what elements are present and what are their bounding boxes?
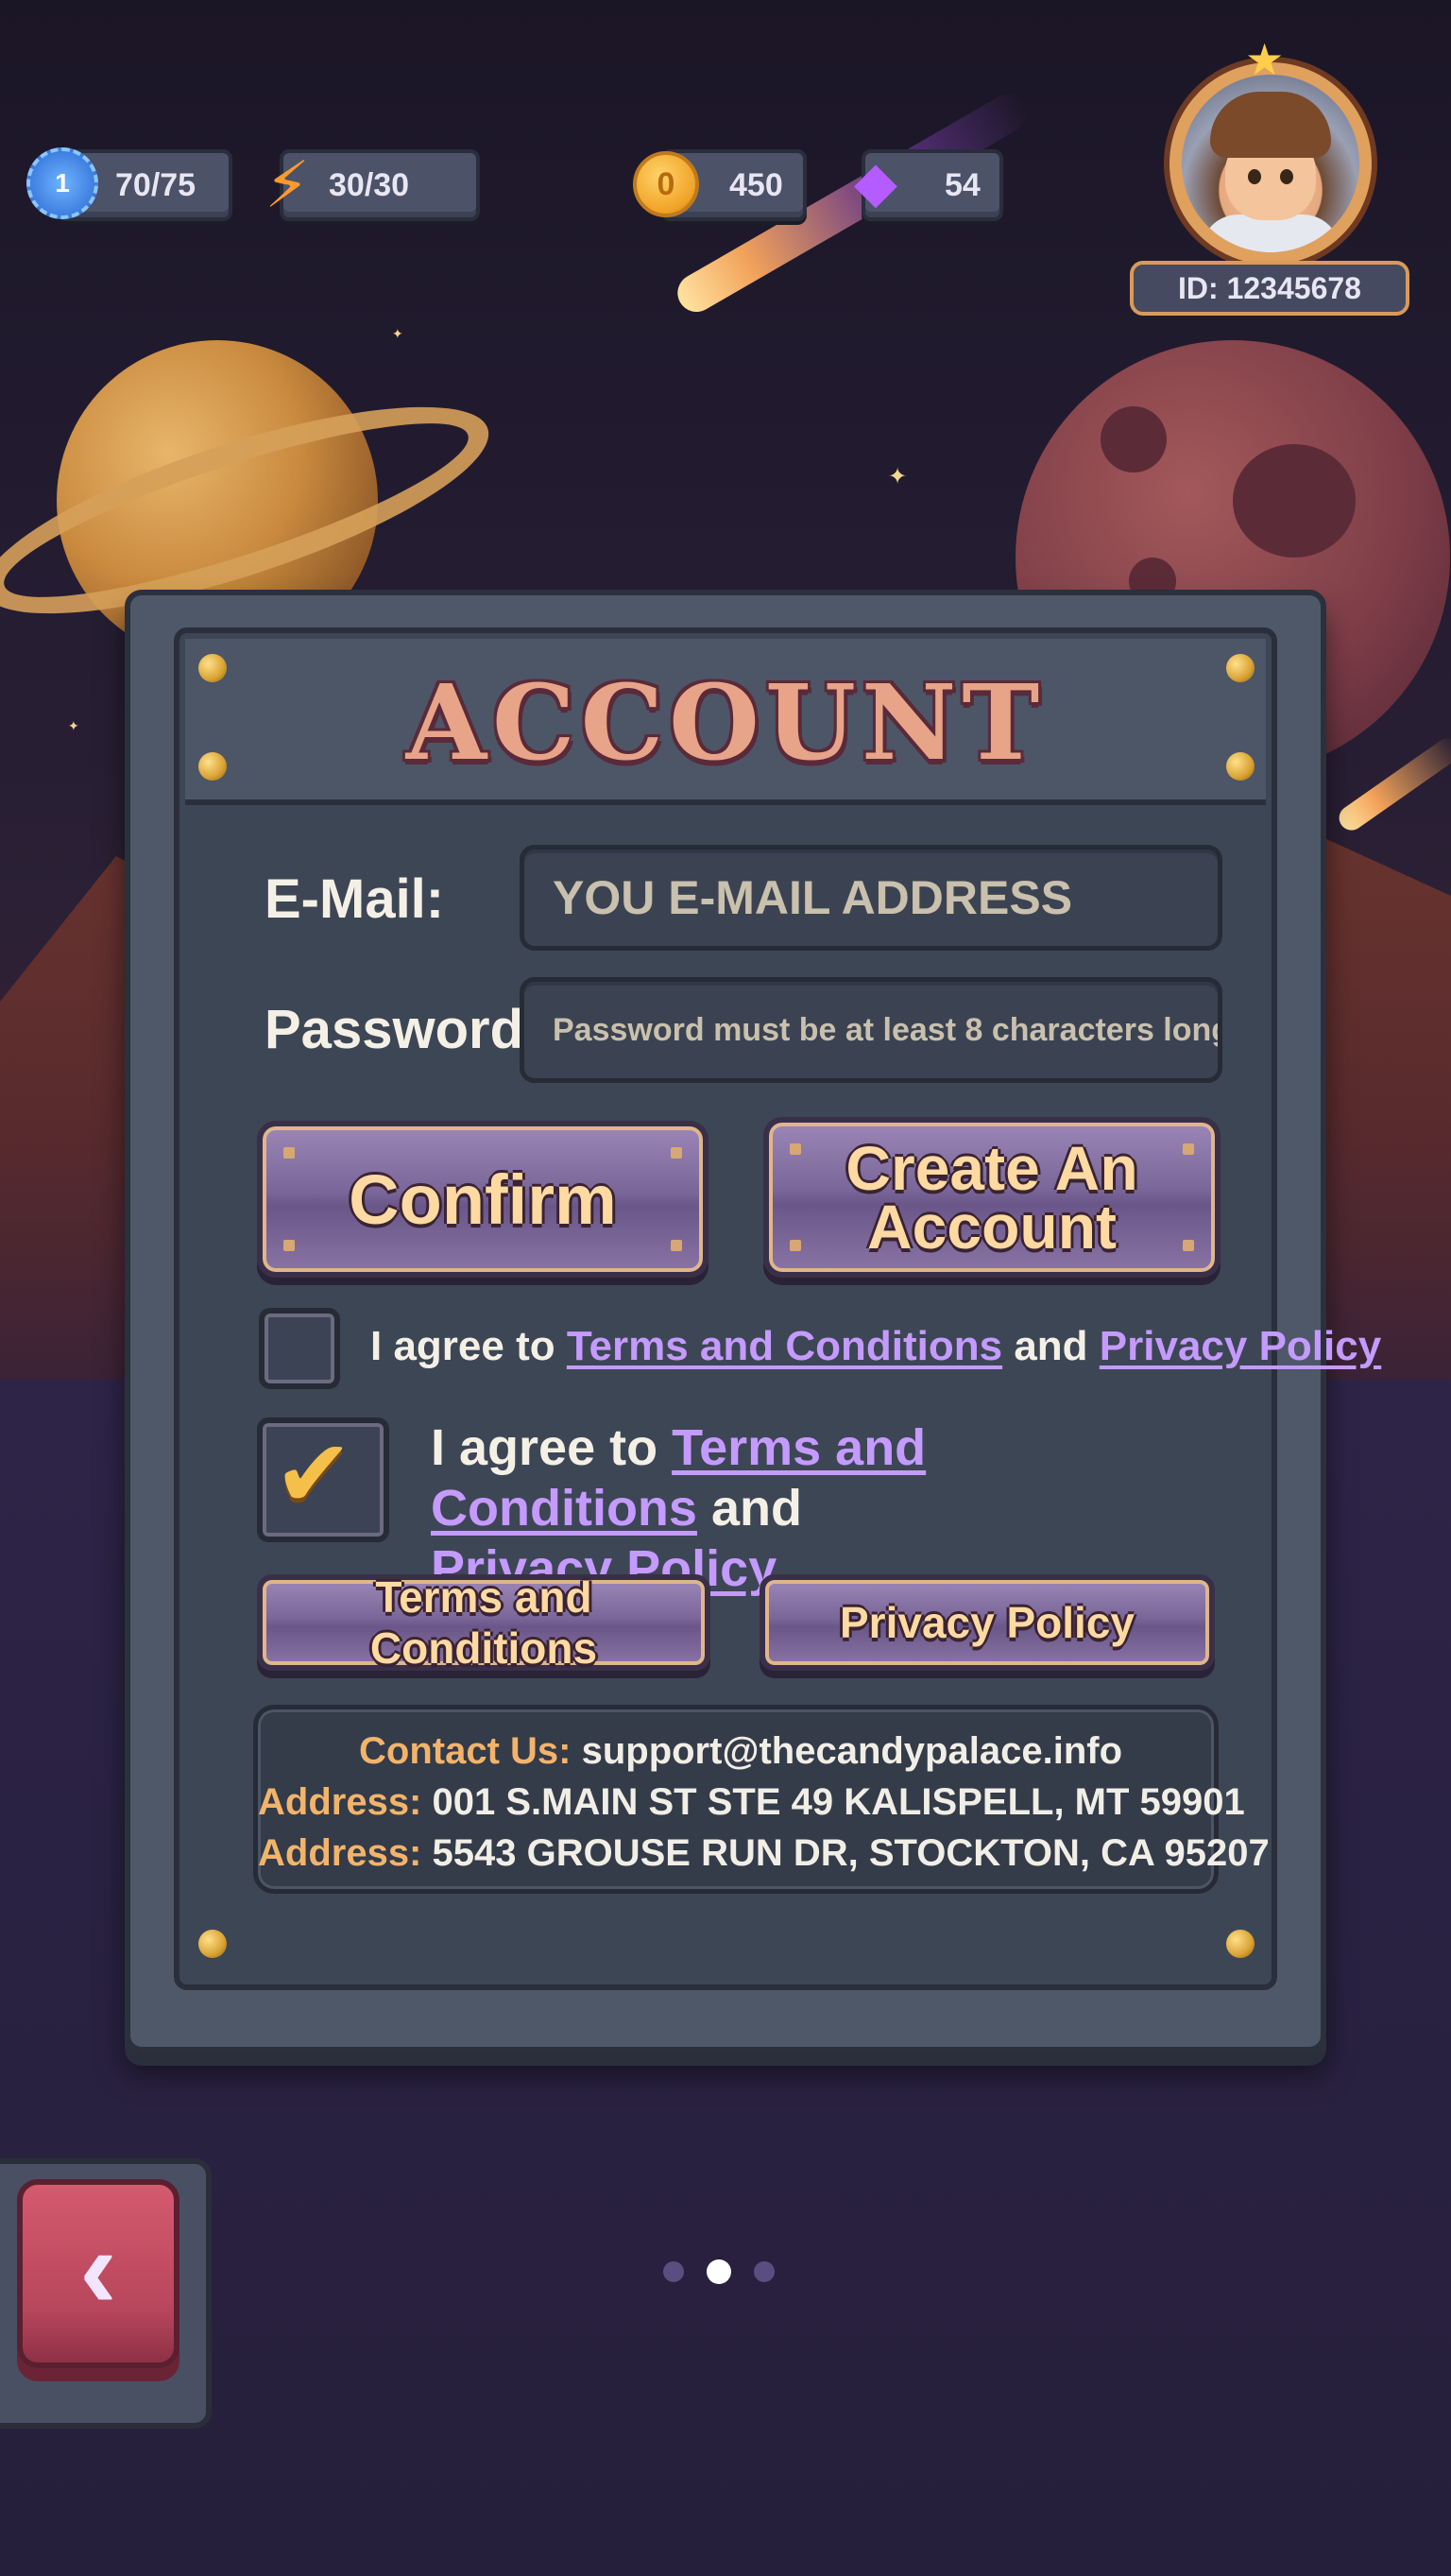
avatar-eye [1280,169,1293,184]
panel-title: ACCOUNT [405,661,1046,783]
pager-dot[interactable] [754,2261,775,2282]
checkmark-icon: ✔ [274,1421,353,1527]
agree-conjunction: and [1014,1323,1088,1369]
agree-checkbox-checked[interactable]: ✔ [257,1417,389,1542]
password-field[interactable] [524,982,1218,1078]
address-key: Address: [258,1832,422,1874]
crater [1101,406,1167,472]
contact-email[interactable]: support@thecandypalace.info [582,1730,1122,1772]
confirm-button-label: Confirm [349,1159,617,1239]
avatar-eye [1248,169,1261,184]
rivet [1226,1930,1255,1958]
address-line: Address: 5543 GROUSE RUN DR, STOCKTON, C… [258,1832,1270,1875]
agree-prefix: I agree to [370,1323,555,1369]
email-field[interactable] [524,850,1218,946]
xp-value: 70/75 [115,167,196,203]
address-line: Address: 001 S.MAIN ST STE 49 KALISPELL,… [258,1781,1245,1824]
password-field-box [520,977,1222,1083]
address-key: Address: [258,1781,422,1823]
coin-value: 450 [729,167,783,203]
agree-prefix: I agree to [431,1419,658,1476]
avatar-hair [1210,92,1331,158]
rivet [198,654,227,682]
address-value: 001 S.MAIN ST STE 49 KALISPELL, MT 59901 [432,1781,1245,1823]
terms-button[interactable]: Terms and Conditions [257,1572,710,1673]
crater [1233,444,1356,558]
terms-link[interactable]: Terms and Conditions [567,1323,1002,1369]
star-icon: ✦ [888,464,908,489]
avatar-star-icon: ★ [1245,35,1285,84]
rivet [198,1930,227,1958]
rivet [1226,752,1255,781]
terms-button-label: Terms and Conditions [369,1572,598,1673]
pager-dot[interactable] [663,2261,684,2282]
chevron-left-icon: ‹ [79,2206,117,2332]
privacy-button[interactable]: Privacy Policy [760,1574,1215,1671]
password-label: Password: [265,999,542,1060]
gold-coin-icon: 0 [633,151,699,217]
agree-conjunction: and [710,1480,802,1537]
purple-diamond-icon: ◆ [853,150,898,214]
lightning-bolt-icon: ⚡ [265,148,310,221]
player-avatar[interactable] [1164,57,1377,270]
create-account-button[interactable]: Create An Account [763,1117,1221,1278]
star-icon: ✦ [392,326,403,341]
contact-info-box: Contact Us: support@thecandypalace.info … [253,1705,1270,1894]
privacy-button-label: Privacy Policy [840,1598,1135,1647]
agree-text-unchecked: I agree to Terms and Conditions and Priv… [370,1323,1381,1370]
pager-dot-active[interactable] [707,2259,731,2284]
comet-small [1334,733,1451,835]
contact-line: Contact Us: support@thecandypalace.info [258,1730,1223,1773]
agree-checkbox-unchecked[interactable] [259,1308,340,1389]
player-id-badge: ID: 12345678 [1130,261,1409,316]
avatar-portrait [1182,75,1359,252]
star-icon: ✦ [68,718,79,733]
contact-key: Contact Us: [359,1730,572,1772]
confirm-button[interactable]: Confirm [257,1121,708,1278]
email-label: E-Mail: [265,868,445,930]
energy-value: 30/30 [329,167,410,203]
gear-badge-icon: 1 [26,147,98,219]
astronaut-suit [1201,215,1340,252]
email-field-box [520,845,1222,951]
gem-value: 54 [945,167,981,203]
address-value: 5543 GROUSE RUN DR, STOCKTON, CA 95207 [432,1832,1270,1874]
privacy-link[interactable]: Privacy Policy [1100,1323,1381,1369]
create-account-button-label: Create An Account [845,1133,1138,1262]
rivet [198,752,227,781]
level-badge-number: 1 [55,168,70,197]
back-button[interactable]: ‹ [17,2179,179,2368]
rivet [1226,654,1255,682]
